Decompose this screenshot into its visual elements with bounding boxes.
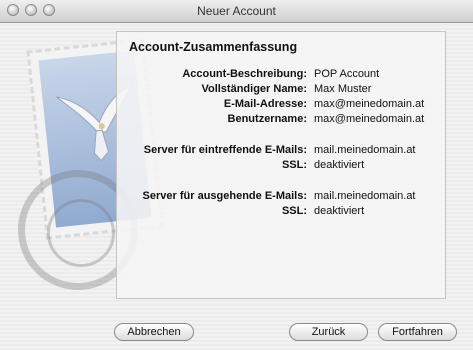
panel-title: Account-Zusammenfassung xyxy=(129,40,298,54)
account-summary-panel: Account-Zusammenfassung Account-Beschrei… xyxy=(116,31,446,299)
outgoing-ssl-value: deaktiviert xyxy=(314,205,365,217)
outgoing-server-value: mail.meinedomain.at xyxy=(314,190,416,202)
email-address-value: max@meinedomain.at xyxy=(314,98,425,110)
full-name-value: Max Muster xyxy=(314,83,372,95)
outgoing-ssl-row: SSL: deaktiviert xyxy=(117,205,447,220)
summary-row: Vollständiger Name: Max Muster xyxy=(117,83,447,98)
summary-row: Benutzername: max@meinedomain.at xyxy=(117,113,447,128)
summary-row: E-Mail-Adresse: max@meinedomain.at xyxy=(117,98,447,113)
outgoing-ssl-label: SSL: xyxy=(281,205,307,217)
window: Neuer Account Account-Zusammenfassung Ac… xyxy=(0,0,473,350)
outgoing-server-row: Server für ausgehende E-Mails: mail.mein… xyxy=(117,190,447,205)
incoming-ssl-row: SSL: deaktiviert xyxy=(117,159,447,174)
full-name-label: Vollständiger Name: xyxy=(201,83,307,95)
window-title: Neuer Account xyxy=(197,4,276,18)
username-value: max@meinedomain.at xyxy=(314,113,425,125)
username-label: Benutzername: xyxy=(227,113,307,125)
title-bar: Neuer Account xyxy=(0,0,473,23)
incoming-server-value: mail.meinedomain.at xyxy=(314,144,416,156)
incoming-server-row: Server für eintreffende E-Mails: mail.me… xyxy=(117,144,447,159)
account-description-label: Account-Beschreibung: xyxy=(182,68,307,80)
incoming-server-label: Server für eintreffende E-Mails: xyxy=(143,144,307,156)
cancel-button[interactable]: Abbrechen xyxy=(114,323,194,341)
summary-row: Account-Beschreibung: POP Account xyxy=(117,68,447,83)
account-description-value: POP Account xyxy=(314,68,380,80)
back-button[interactable]: Zurück xyxy=(289,323,368,341)
outgoing-server-label: Server für ausgehende E-Mails: xyxy=(142,190,307,202)
continue-button[interactable]: Fortfahren xyxy=(378,323,457,341)
incoming-ssl-value: deaktiviert xyxy=(314,159,365,171)
incoming-ssl-label: SSL: xyxy=(281,159,307,171)
email-address-label: E-Mail-Adresse: xyxy=(223,98,307,110)
